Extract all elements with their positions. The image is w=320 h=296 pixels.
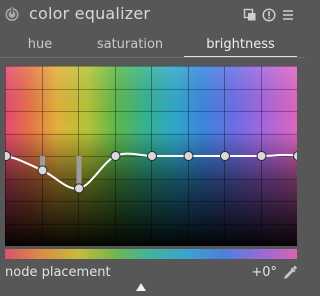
graph-canvas[interactable]: [5, 66, 297, 246]
curve-node[interactable]: [5, 151, 11, 161]
module-title: color equalizer: [29, 4, 151, 23]
presets-icon[interactable]: [243, 8, 257, 22]
tab-saturation[interactable]: saturation: [80, 34, 180, 56]
curve-node[interactable]: [183, 151, 194, 161]
tab-divider: [0, 57, 305, 58]
curve-node[interactable]: [147, 151, 157, 161]
tab-hue[interactable]: hue: [0, 34, 80, 56]
reset-icon[interactable]: [262, 8, 276, 22]
slider-position-marker[interactable]: [135, 282, 147, 292]
module-header: color equalizer: [0, 0, 305, 30]
hue-gradient-bar: [5, 249, 297, 259]
curve-node[interactable]: [37, 165, 48, 176]
color-equalizer-module: color equalizer hue saturation brightnes…: [0, 0, 305, 296]
brightness-curve-graph[interactable]: [5, 66, 297, 246]
curve-node[interactable]: [256, 151, 267, 161]
tab-brightness[interactable]: brightness: [184, 34, 297, 57]
slider-value[interactable]: +0°: [251, 264, 277, 282]
color-picker-icon[interactable]: [282, 265, 298, 281]
curve-node[interactable]: [74, 183, 84, 194]
curve-node[interactable]: [110, 151, 121, 161]
slider-label: node placement: [5, 265, 111, 280]
curve-node[interactable]: [220, 151, 230, 161]
menu-icon[interactable]: [281, 8, 295, 22]
tab-bar: hue saturation brightness: [0, 34, 305, 58]
power-icon[interactable]: [4, 6, 20, 22]
